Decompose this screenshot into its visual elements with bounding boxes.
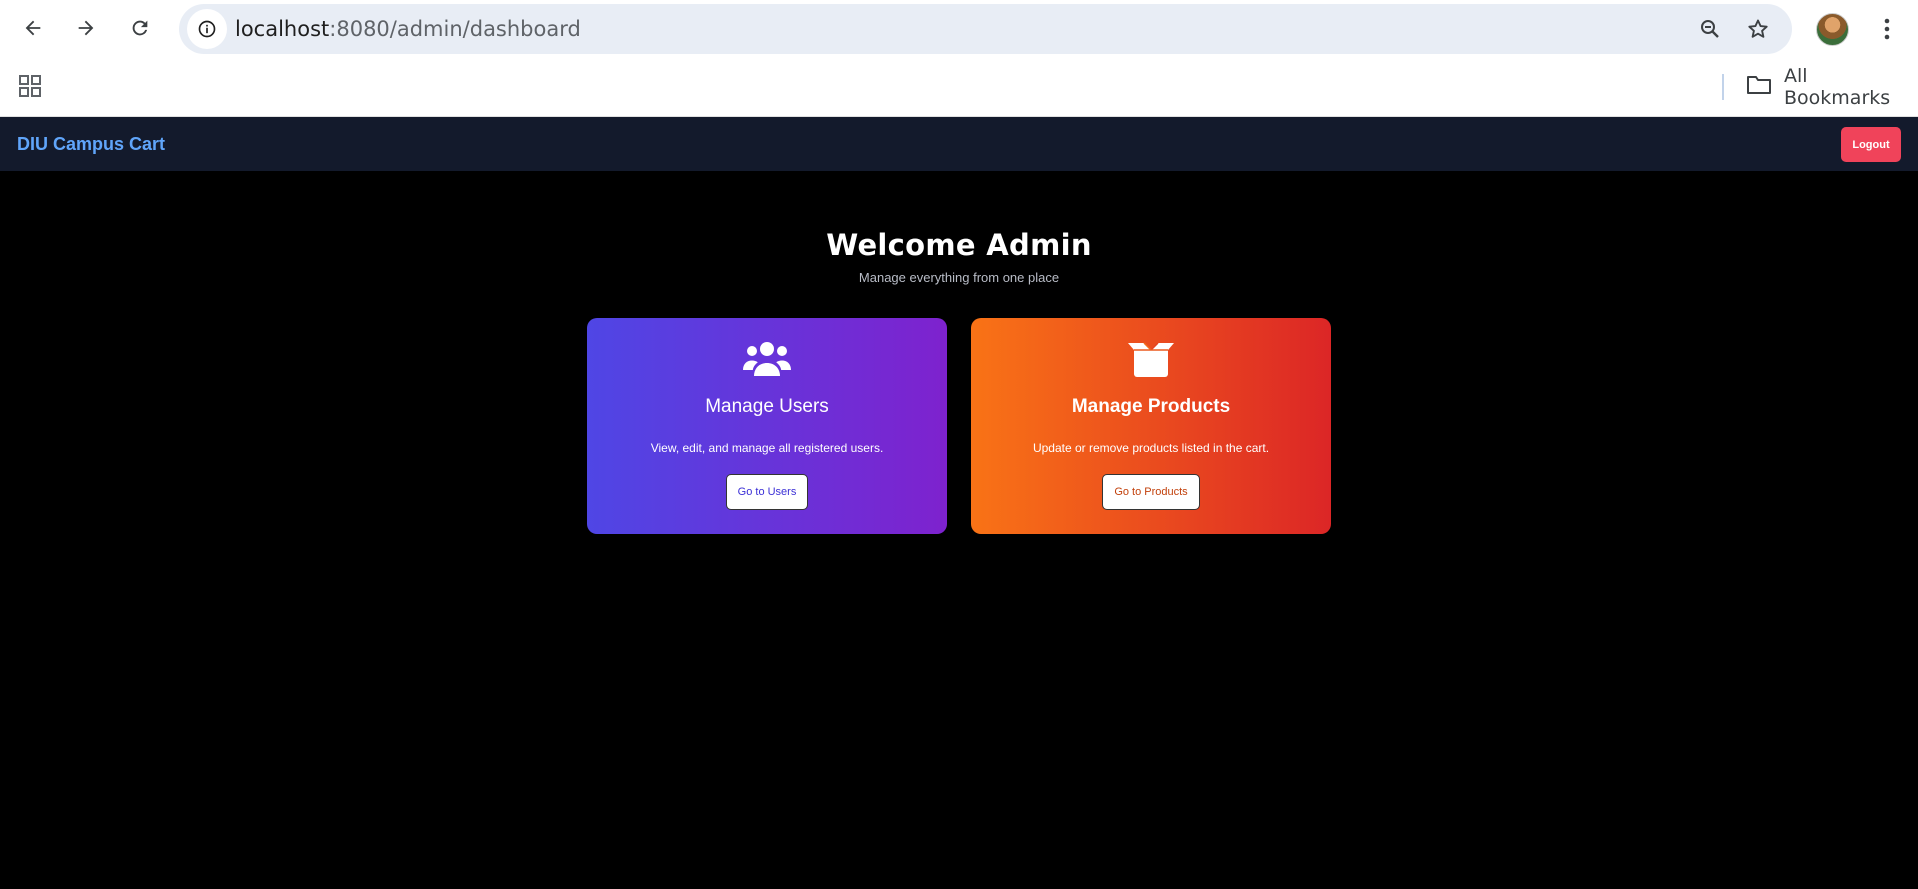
brand-logo[interactable]: DIU Campus Cart <box>17 117 165 171</box>
kebab-menu-icon[interactable] <box>1870 10 1904 48</box>
info-icon[interactable] <box>187 9 227 49</box>
page-subtitle: Manage everything from one place <box>858 270 1060 285</box>
apps-grid-icon[interactable] <box>14 70 46 102</box>
forward-arrow-icon[interactable] <box>66 8 106 48</box>
card-description: Update or remove products listed in the … <box>1032 441 1270 455</box>
address-bar[interactable]: localhost:8080/admin/dashboard <box>179 4 1792 54</box>
go-to-users-button[interactable]: Go to Users <box>726 474 808 510</box>
url-host: localhost <box>235 17 330 41</box>
app-header: DIU Campus Cart Logout <box>0 117 1918 171</box>
page-title: Welcome Admin <box>826 228 1092 262</box>
all-bookmarks-button[interactable]: All Bookmarks <box>1746 65 1918 109</box>
logout-button[interactable]: Logout <box>1841 127 1901 162</box>
manage-products-card: Manage Products Update or remove product… <box>971 318 1331 534</box>
card-title: Manage Users <box>705 396 829 417</box>
url-text[interactable]: localhost:8080/admin/dashboard <box>235 4 581 54</box>
users-icon <box>587 338 947 380</box>
bookmarks-bar: All Bookmarks <box>0 58 1918 117</box>
browser-toolbar: localhost:8080/admin/dashboard <box>0 0 1918 58</box>
zoom-out-icon[interactable] <box>1693 12 1727 46</box>
all-bookmarks-label: All Bookmarks <box>1784 65 1891 109</box>
profile-avatar[interactable] <box>1816 13 1849 46</box>
bookmarks-divider <box>1722 74 1724 100</box>
back-arrow-icon[interactable] <box>13 8 53 48</box>
reload-icon[interactable] <box>120 8 160 48</box>
url-path: :8080/admin/dashboard <box>329 17 581 41</box>
star-icon[interactable] <box>1741 12 1775 46</box>
manage-users-card: Manage Users View, edit, and manage all … <box>587 318 947 534</box>
box-icon <box>971 338 1331 380</box>
card-description: View, edit, and manage all registered us… <box>650 441 884 455</box>
folder-icon <box>1746 74 1772 101</box>
card-title: Manage Products <box>1071 396 1231 417</box>
go-to-products-button[interactable]: Go to Products <box>1102 474 1200 510</box>
